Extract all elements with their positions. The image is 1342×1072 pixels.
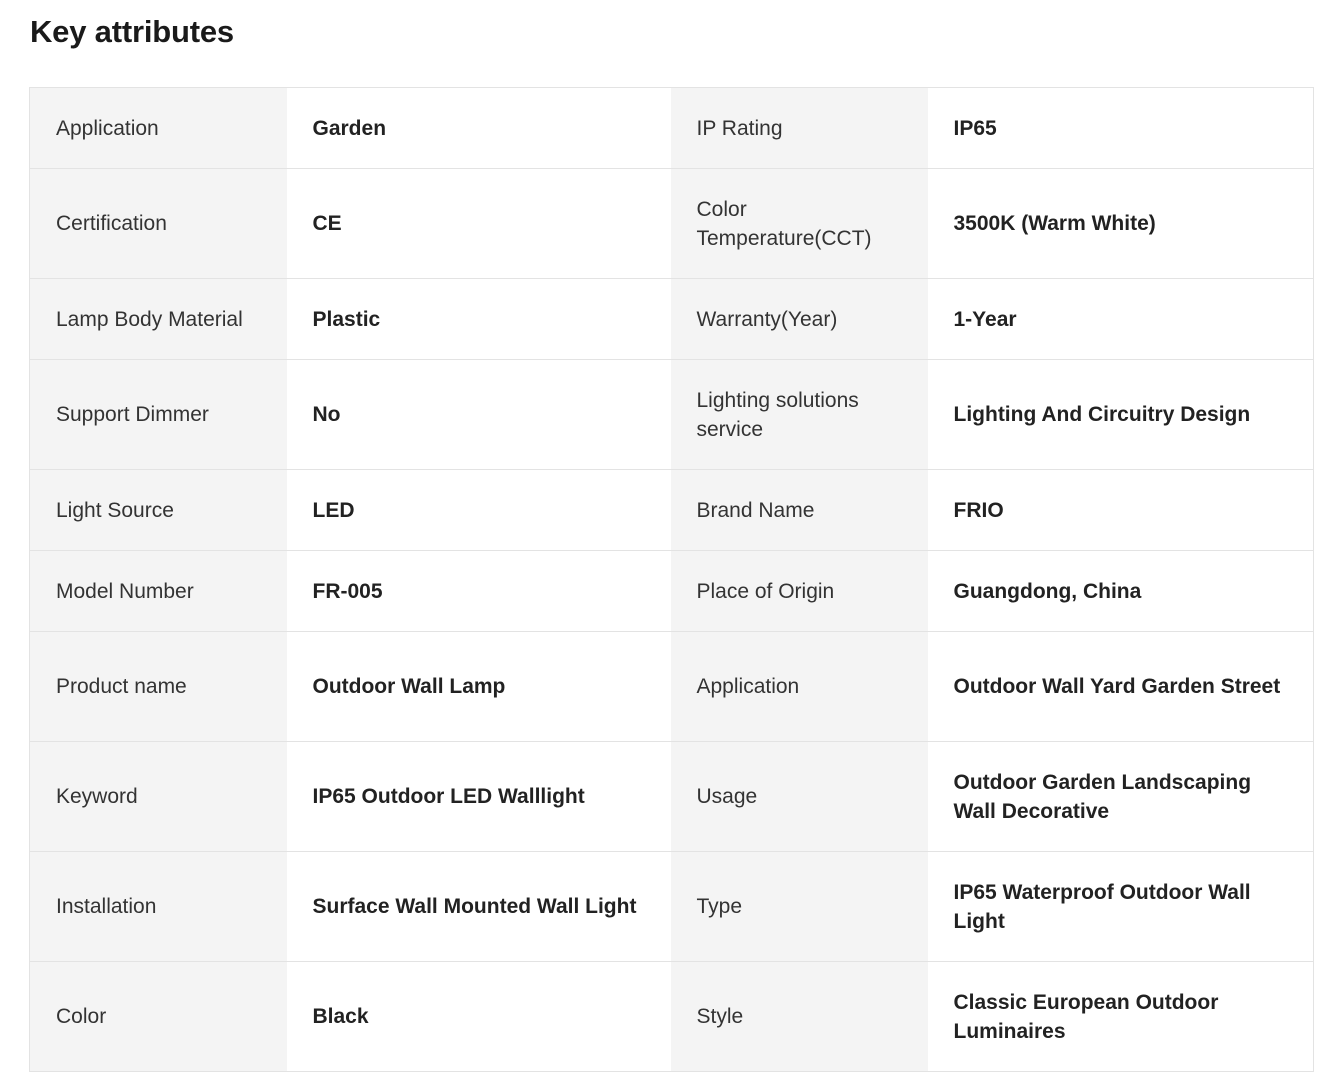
attribute-label: Color Temperature(CCT) [670,168,928,279]
attribute-row: Application Garden IP Rating IP65 [29,87,1314,169]
attribute-row: Support Dimmer No Lighting solutions ser… [29,359,1314,470]
attribute-row: Color Black Style Classic European Outdo… [29,961,1314,1072]
attribute-value: IP65 [927,87,1314,169]
attribute-value: Classic European Outdoor Luminaires [927,961,1314,1072]
attribute-row: Light Source LED Brand Name FRIO [29,469,1314,551]
section-title: Key attributes [30,14,234,49]
attribute-value: Guangdong, China [927,550,1314,632]
attribute-label: Certification [29,168,287,279]
attribute-row: Keyword IP65 Outdoor LED Walllight Usage… [29,741,1314,852]
attribute-label: IP Rating [670,87,928,169]
attribute-value: CE [286,168,671,279]
attribute-label: Usage [670,741,928,852]
attribute-label: Product name [29,631,287,742]
attribute-row: Installation Surface Wall Mounted Wall L… [29,851,1314,962]
attribute-value: Lighting And Circuitry Design [927,359,1314,470]
attribute-label: Lighting solutions service [670,359,928,470]
attribute-label: Brand Name [670,469,928,551]
attribute-label: Installation [29,851,287,962]
attribute-row: Model Number FR-005 Place of Origin Guan… [29,550,1314,632]
attribute-label: Light Source [29,469,287,551]
attribute-value: FRIO [927,469,1314,551]
attribute-value: IP65 Waterproof Outdoor Wall Light [927,851,1314,962]
attribute-value: Plastic [286,278,671,360]
attribute-value: 1-Year [927,278,1314,360]
attribute-value: Garden [286,87,671,169]
attribute-value: LED [286,469,671,551]
attribute-label: Keyword [29,741,287,852]
attribute-label: Style [670,961,928,1072]
attribute-row: Product name Outdoor Wall Lamp Applicati… [29,631,1314,742]
attribute-value: Black [286,961,671,1072]
attribute-row: Lamp Body Material Plastic Warranty(Year… [29,278,1314,360]
attribute-label: Model Number [29,550,287,632]
attribute-label: Application [29,87,287,169]
attribute-value: FR-005 [286,550,671,632]
attribute-row: Certification CE Color Temperature(CCT) … [29,168,1314,279]
attribute-value: Outdoor Garden Landscaping Wall Decorati… [927,741,1314,852]
attribute-label: Support Dimmer [29,359,287,470]
attribute-label: Type [670,851,928,962]
attribute-label: Application [670,631,928,742]
attribute-value: IP65 Outdoor LED Walllight [286,741,671,852]
attribute-value: Surface Wall Mounted Wall Light [286,851,671,962]
attribute-value: Outdoor Wall Yard Garden Street [927,631,1314,742]
key-attributes-table-body: Application Garden IP Rating IP65 Certif… [29,87,1314,1072]
attribute-label: Color [29,961,287,1072]
key-attributes-table: Application Garden IP Rating IP65 Certif… [29,87,1314,1072]
attribute-value: 3500K (Warm White) [927,168,1314,279]
attribute-label: Lamp Body Material [29,278,287,360]
attribute-label: Place of Origin [670,550,928,632]
attribute-value: No [286,359,671,470]
attribute-value: Outdoor Wall Lamp [286,631,671,742]
attribute-label: Warranty(Year) [670,278,928,360]
